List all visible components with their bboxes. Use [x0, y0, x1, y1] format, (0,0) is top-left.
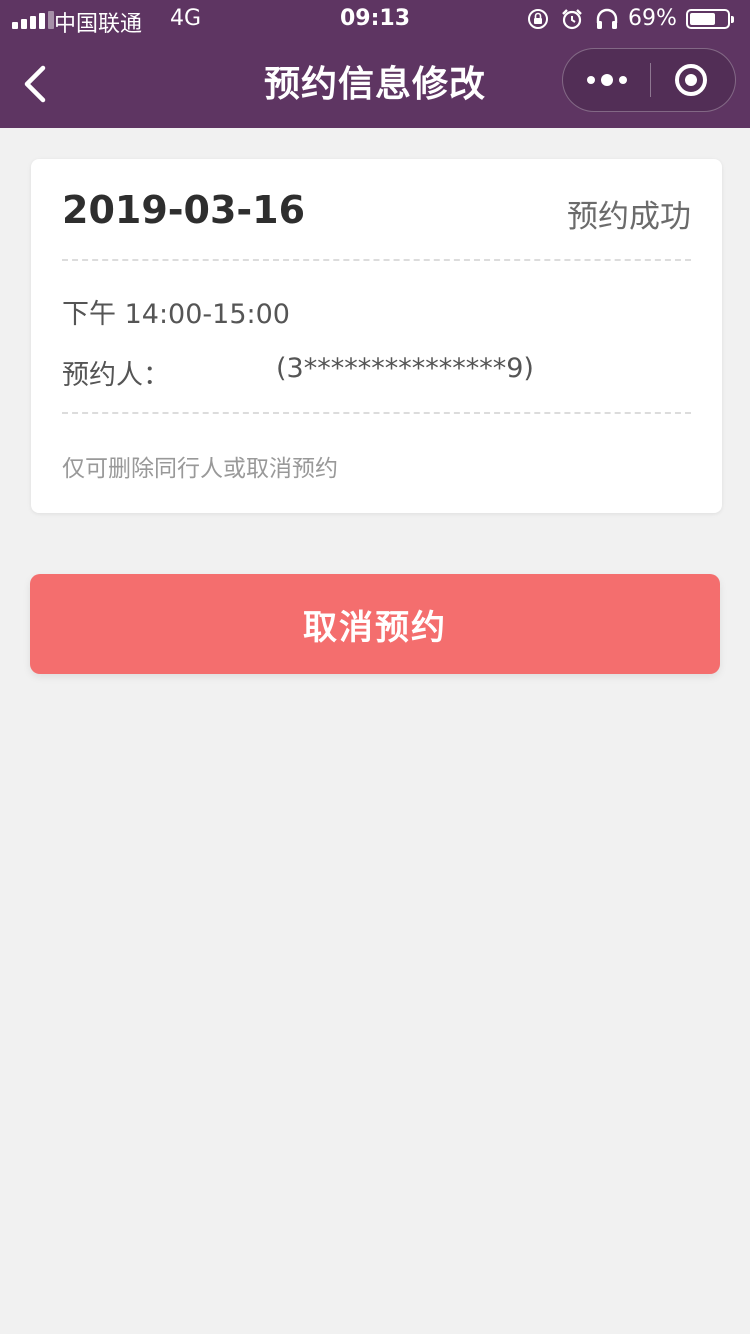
dashed-divider — [62, 259, 691, 261]
booker-id: (3***************9) — [276, 353, 534, 384]
capsule-divider — [650, 63, 651, 97]
status-bar: 中国联通 4G 09:13 69% — [0, 0, 750, 40]
alarm-icon — [562, 9, 582, 30]
top-bar: 中国联通 4G 09:13 69% 预约信息修改 — [0, 0, 750, 128]
booking-note: 仅可删除同行人或取消预约 — [62, 456, 338, 482]
booker-label: 预约人： — [62, 360, 170, 391]
battery-icon — [686, 9, 734, 29]
booking-card: 2019-03-16 预约成功 下午 14:00-15:00 预约人： (3**… — [31, 159, 722, 513]
headphones-icon — [596, 8, 618, 29]
booking-date: 2019-03-16 — [62, 188, 306, 232]
orientation-lock-icon — [528, 9, 548, 29]
cancel-booking-button[interactable]: 取消预约 — [30, 574, 720, 674]
target-circle-icon[interactable] — [675, 64, 707, 96]
battery-percent: 69% — [628, 6, 677, 31]
booking-time-slot: 下午 14:00-15:00 — [62, 299, 290, 330]
dashed-divider — [62, 412, 691, 414]
mini-program-capsule — [562, 48, 736, 112]
battery-level-fill — [690, 13, 715, 25]
booking-status: 预约成功 — [567, 199, 691, 235]
more-dots-icon[interactable] — [563, 49, 650, 111]
status-icons — [527, 8, 619, 30]
